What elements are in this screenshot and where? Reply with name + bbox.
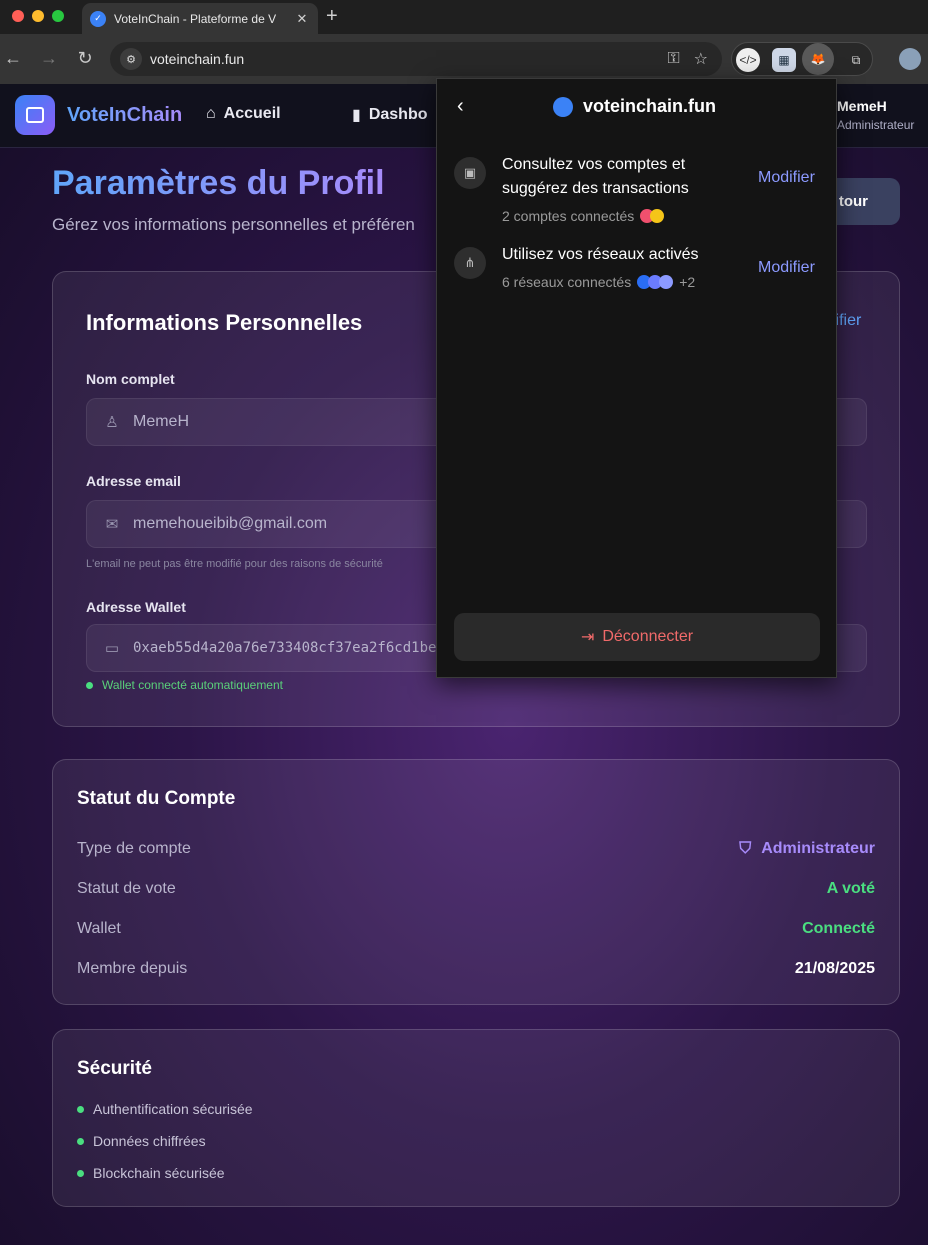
extensions-group: </> ▦ 🦊 ⧉ [731,42,873,76]
wallet-status: Wallet connecté automatiquement [86,678,283,692]
metamask-fox-icon[interactable]: 🦊 [802,43,834,75]
chevron-left-icon[interactable]: ‹ [457,95,464,118]
account-row: Type de compte ⛉ Administrateur [77,840,875,858]
reload-icon[interactable]: ↻ [74,48,96,69]
qr-extension-icon[interactable]: ▦ [772,48,796,72]
account-row-key: Type de compte [77,840,191,857]
site-favicon-icon [553,96,573,117]
account-avatar-icon [650,209,665,223]
back-button-label: tour [838,193,868,210]
account-row-key: Membre depuis [77,960,188,977]
wallet-extension-popup: ‹ voteinchain.fun ▣ Consultez vos compte… [436,78,837,678]
back-arrow-icon[interactable]: ← [2,48,24,69]
user-name[interactable]: MemeH [837,98,887,114]
account-row-value: ⛉ Administrateur [739,840,875,857]
network-permission-icon: ⋔ [454,247,486,279]
browser-profile-avatar[interactable] [899,48,921,70]
logo-icon[interactable] [15,95,55,135]
account-row: Wallet Connecté [77,920,875,938]
security-item: Authentification sécurisée [77,1101,253,1117]
account-row-value: A voté [826,880,875,897]
account-row-value: 21/08/2025 [794,960,875,977]
email-hint: L'email ne peut pas être modifié pour de… [86,558,383,570]
page-subtitle: Gérez vos informations personnelles et p… [52,215,415,234]
user-icon: ♙ [105,414,119,431]
tab-title: VoteInChain - Plateforme de V [114,11,277,26]
wallet-icon: ▭ [104,640,120,657]
status-dot-icon [77,1105,84,1113]
security-item: Données chiffrées [77,1133,206,1149]
disconnect-label: Déconnecter [602,628,694,645]
site-settings-icon[interactable]: ⚙ [120,48,142,70]
favicon-icon: ✓ [90,10,106,27]
disconnect-button[interactable]: ⇥ Déconnecter [454,613,820,661]
password-key-icon[interactable]: ⚿ [667,50,679,68]
networks-permission-text: Utilisez vos réseaux activés [502,246,699,263]
user-role: Administrateur [837,118,915,132]
email-label: Adresse email [86,473,181,489]
account-status-card: Statut du Compte Type de compte ⛉ Adminis… [52,759,900,1005]
name-value: MemeH [133,413,190,430]
modify-networks-button[interactable]: Modifier [758,259,815,277]
wallet-value: 0xaeb55d4a20a76e733408cf37ea2f6cd1be [133,640,437,656]
status-dot-icon [86,681,93,689]
nav-item-label: Dashbo [368,106,428,123]
nav-item-accueil[interactable]: ⌂ Accueil [206,105,281,123]
window-maximize-button[interactable] [52,10,64,22]
address-bar[interactable]: ⚙ voteinchain.fun ⚿ ☆ [110,42,722,76]
name-label: Nom complet [86,371,175,387]
security-item: Blockchain sécurisée [77,1165,225,1181]
shield-icon: ⛉ [739,840,752,857]
status-dot-icon [77,1169,84,1177]
security-title: Sécurité [77,1058,152,1079]
wallet-permission-icon: ▣ [454,157,486,189]
account-row-key: Wallet [77,920,121,937]
home-icon: ⌂ [206,105,216,122]
network-logo-icon [659,275,674,289]
email-value: memehoueibib@gmail.com [133,515,328,532]
personal-info-title: Informations Personnelles [86,310,363,335]
account-row-value: Connecté [802,920,875,937]
account-status-title: Statut du Compte [77,788,236,809]
wallet-label: Adresse Wallet [86,599,186,615]
account-row: Membre depuis 21/08/2025 [77,960,875,978]
browser-tab-bar: ✓ VoteInChain - Plateforme de V ✕ + [0,0,928,34]
security-card: Sécurité Authentification sécurisée Donn… [52,1029,900,1207]
popup-site-header: voteinchain.fun [553,96,716,117]
popup-site-name: voteinchain.fun [583,96,717,116]
accounts-permission-meta: 2 comptes connectés [502,208,665,224]
tab-close-icon[interactable]: ✕ [294,11,310,27]
nav-item-dashboard[interactable]: ▮ Dashbo [352,105,427,125]
nav-item-label: Accueil [223,105,281,122]
bar-chart-icon: ▮ [352,107,361,124]
networks-count: 6 réseaux connectés [502,274,632,290]
window-close-button[interactable] [12,10,24,22]
puzzle-extensions-icon[interactable]: ⧉ [844,48,868,72]
url-text[interactable]: voteinchain.fun [150,51,667,67]
networks-permission-meta: 6 réseaux connectés +2 [502,274,695,290]
accounts-count: 2 comptes connectés [502,208,635,224]
accounts-permission-text: Consultez vos comptes et suggérez des tr… [502,156,689,197]
bookmark-star-icon[interactable]: ☆ [694,49,708,69]
mail-icon: ✉ [105,516,119,533]
account-row: Statut de vote A voté [77,880,875,898]
forward-arrow-icon[interactable]: → [38,48,60,69]
account-row-key: Statut de vote [77,880,176,897]
browser-tab[interactable]: ✓ VoteInChain - Plateforme de V ✕ [82,3,318,34]
status-dot-icon [77,1137,84,1145]
window-minimize-button[interactable] [32,10,44,22]
page-title: Paramètres du Profil [52,164,385,202]
code-extension-icon[interactable]: </> [736,48,760,72]
new-tab-button[interactable]: + [326,5,338,28]
modify-accounts-button[interactable]: Modifier [758,169,815,187]
browser-toolbar: ← → ↻ ⚙ voteinchain.fun ⚿ ☆ </> ▦ 🦊 ⧉ [0,34,928,84]
logo-text[interactable]: VoteInChain [67,104,182,127]
wallet-status-text: Wallet connecté automatiquement [102,678,283,692]
networks-more: +2 [679,274,696,290]
logout-icon: ⇥ [580,629,595,646]
